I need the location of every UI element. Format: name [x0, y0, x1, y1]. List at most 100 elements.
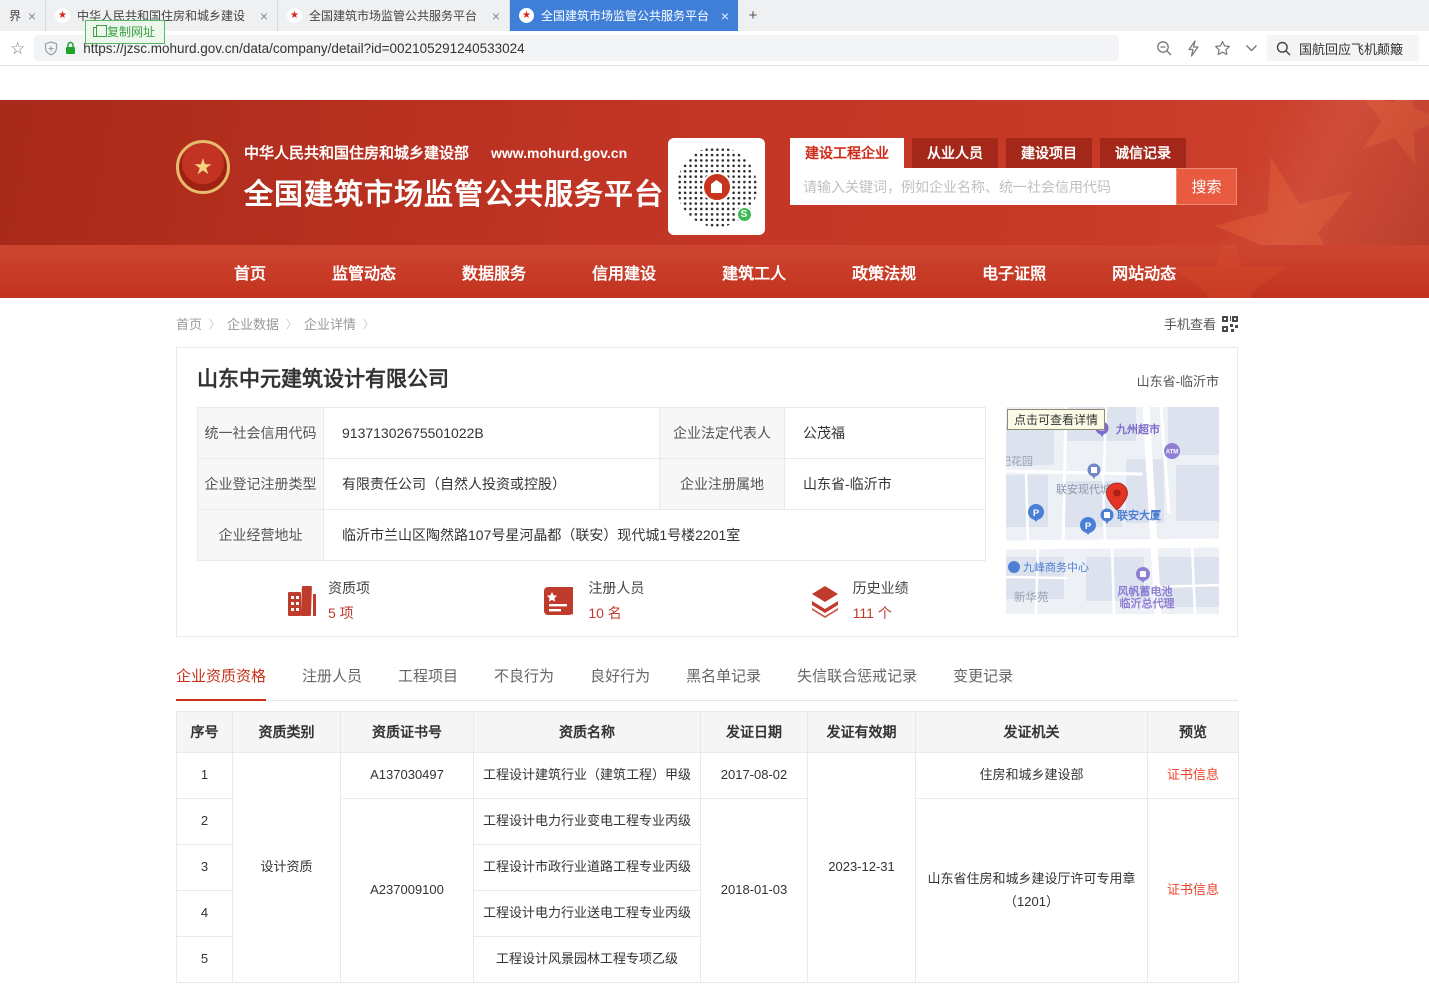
copy-url-tooltip: 复制网址 [85, 20, 165, 44]
svg-text:P: P [1085, 521, 1092, 532]
company-location-map[interactable]: 点击可查看详情 [1006, 407, 1219, 614]
mobile-view-label: 手机查看 [1164, 314, 1216, 333]
stat-qualifications[interactable]: 资质项 5 项 [197, 578, 463, 623]
close-icon[interactable]: × [721, 9, 729, 23]
lightning-icon[interactable] [1187, 40, 1200, 57]
stat-history-performance[interactable]: 历史业绩 111 个 [722, 578, 986, 623]
building-icon [285, 584, 317, 618]
nav-item-home[interactable]: 首页 [234, 260, 266, 284]
col-preview: 预览 [1148, 712, 1239, 753]
seq-cell: 3 [177, 845, 233, 891]
qual-name-cell: 工程设计电力行业变电工程专业丙级 [474, 799, 701, 845]
tab-qualifications[interactable]: 企业资质资格 [176, 665, 266, 701]
tab-registered-personnel[interactable]: 注册人员 [302, 665, 362, 700]
map-canvas: 九州超市 ATM 纪花园 联安现代城 [1006, 407, 1219, 614]
search-tab-credit[interactable]: 诚信记录 [1100, 138, 1186, 168]
tab-title: 全国建筑市场监管公共服务平台 [541, 7, 714, 24]
preview-cell: 证书信息 [1148, 799, 1239, 983]
browser-tab-jzsc-1[interactable]: ★ 全国建筑市场监管公共服务平台 × [278, 0, 510, 31]
nav-item-policy[interactable]: 政策法规 [852, 260, 916, 284]
nav-item-workers[interactable]: 建筑工人 [722, 260, 786, 284]
address-bar[interactable]: https://jzsc.mohurd.gov.cn/data/company/… [34, 35, 1119, 61]
tab-bad-behavior[interactable]: 不良行为 [494, 665, 554, 700]
breadcrumb-separator: 〉 [209, 316, 220, 332]
tab-projects[interactable]: 工程项目 [398, 665, 458, 700]
stat-value: 111 个 [853, 603, 909, 623]
qr-center-logo [702, 172, 732, 202]
qr-code-icon [1222, 316, 1238, 332]
field-label-reg-type: 企业登记注册类型 [198, 459, 324, 510]
map-label-landmark: 联安大厦 [1117, 508, 1162, 522]
bookmark-star-icon[interactable]: ☆ [10, 40, 25, 57]
https-lock-icon [65, 41, 76, 55]
copy-icon [93, 27, 102, 37]
table-header-row: 序号 资质类别 资质证书号 资质名称 发证日期 发证有效期 发证机关 预览 [177, 712, 1239, 753]
seq-cell: 1 [177, 753, 233, 799]
cert-info-link[interactable]: 证书信息 [1167, 882, 1219, 897]
browser-hot-search[interactable]: 国航回应飞机颠簸 [1267, 35, 1419, 61]
main-nav: 首页 监管动态 数据服务 信用建设 建筑工人 政策法规 电子证照 网站动态 [0, 245, 1429, 298]
map-label-battery-1: 风帆蓄电池 [1118, 584, 1173, 598]
wechat-icon: S [736, 206, 753, 223]
close-icon[interactable]: × [492, 9, 500, 23]
map-label-business-center: 九峰商务中心 [1023, 560, 1089, 574]
nav-item-credit[interactable]: 信用建设 [592, 260, 656, 284]
site-header: ★ 中华人民共和国住房和城乡建设部 www.mohurd.gov.cn 全国建筑… [0, 100, 1429, 245]
table-row: 1 设计资质 A137030497 工程设计建筑行业（建筑工程）甲级 2017-… [177, 753, 1239, 799]
company-summary-card: 山东中元建筑设计有限公司 山东省-临沂市 统一社会信用代码 9137130267… [176, 347, 1238, 637]
nav-item-data-service[interactable]: 数据服务 [462, 260, 526, 284]
search-tab-personnel[interactable]: 从业人员 [912, 138, 998, 168]
company-stats: 资质项 5 项 注册人员 [197, 578, 986, 623]
chevron-down-icon[interactable] [1245, 44, 1258, 52]
nav-item-e-license[interactable]: 电子证照 [982, 260, 1046, 284]
search-input[interactable] [790, 168, 1176, 205]
svg-text:P: P [1033, 508, 1040, 519]
tab-blacklist[interactable]: 黑名单记录 [686, 665, 761, 700]
platform-title: 全国建筑市场监管公共服务平台 [244, 171, 664, 213]
validity-cell: 2023-12-31 [808, 753, 916, 983]
issue-date-cell: 2018-01-03 [701, 799, 808, 983]
field-value-credit-code: 91371302675501022B [324, 408, 660, 459]
breadcrumb-company-detail: 企业详情 [304, 314, 356, 333]
browser-tab-bar: 界 × ★ 中华人民共和国住房和城乡建设 × ★ 全国建筑市场监管公共服务平台 … [0, 0, 1429, 31]
search-tab-project[interactable]: 建设项目 [1006, 138, 1092, 168]
favorites-star-icon[interactable] [1214, 40, 1231, 56]
site-brand[interactable]: ★ 中华人民共和国住房和城乡建设部 www.mohurd.gov.cn 全国建筑… [176, 138, 664, 213]
nav-item-supervision[interactable]: 监管动态 [332, 260, 396, 284]
nav-item-site-news[interactable]: 网站动态 [1112, 260, 1176, 284]
preview-cell: 证书信息 [1148, 753, 1239, 799]
close-icon[interactable]: × [28, 9, 36, 23]
tab-change-records[interactable]: 变更记录 [953, 665, 1013, 700]
issue-date-cell: 2017-08-02 [701, 753, 808, 799]
field-label-legal-rep: 企业法定代表人 [660, 408, 785, 459]
field-value-legal-rep: 公茂福 [785, 408, 986, 459]
breadcrumb-home[interactable]: 首页 [176, 314, 202, 333]
stat-registered-personnel[interactable]: 注册人员 10 名 [463, 578, 721, 623]
col-category: 资质类别 [233, 712, 341, 753]
layers-icon [808, 584, 842, 618]
new-tab-button[interactable]: + [738, 0, 768, 31]
copy-url-tooltip-text: 复制网址 [107, 23, 155, 40]
company-region: 山东省-临沂市 [1137, 371, 1219, 390]
cert-info-link[interactable]: 证书信息 [1167, 767, 1219, 782]
tab-dishonesty-records[interactable]: 失信联合惩戒记录 [797, 665, 917, 700]
zoom-out-icon[interactable] [1156, 40, 1173, 57]
map-label-modern-city: 联安现代城 [1056, 482, 1111, 496]
map-tooltip: 点击可查看详情 [1007, 409, 1105, 430]
map-label-supermarket: 九州超市 [1115, 422, 1160, 436]
breadcrumb-company-data[interactable]: 企业数据 [227, 314, 279, 333]
site-favicon-icon: ★ [55, 8, 70, 23]
qual-name-cell: 工程设计风景园林工程专项乙级 [474, 937, 701, 983]
mobile-view-button[interactable]: 手机查看 [1164, 314, 1238, 333]
col-seq: 序号 [177, 712, 233, 753]
favicon-star-glyph: ★ [522, 11, 531, 21]
browser-tab-jzsc-active[interactable]: ★ 全国建筑市场监管公共服务平台 × [510, 0, 738, 31]
close-icon[interactable]: × [260, 9, 268, 23]
search-button[interactable]: 搜索 [1176, 168, 1237, 205]
breadcrumb-row: 首页 〉 企业数据 〉 企业详情 〉 手机查看 [176, 314, 1238, 333]
search-tab-enterprise[interactable]: 建设工程企业 [790, 138, 904, 168]
tab-good-behavior[interactable]: 良好行为 [590, 665, 650, 700]
page-top-gap [0, 66, 1429, 100]
browser-tab-partial[interactable]: 界 × [0, 0, 46, 31]
breadcrumb-separator: 〉 [286, 316, 297, 332]
